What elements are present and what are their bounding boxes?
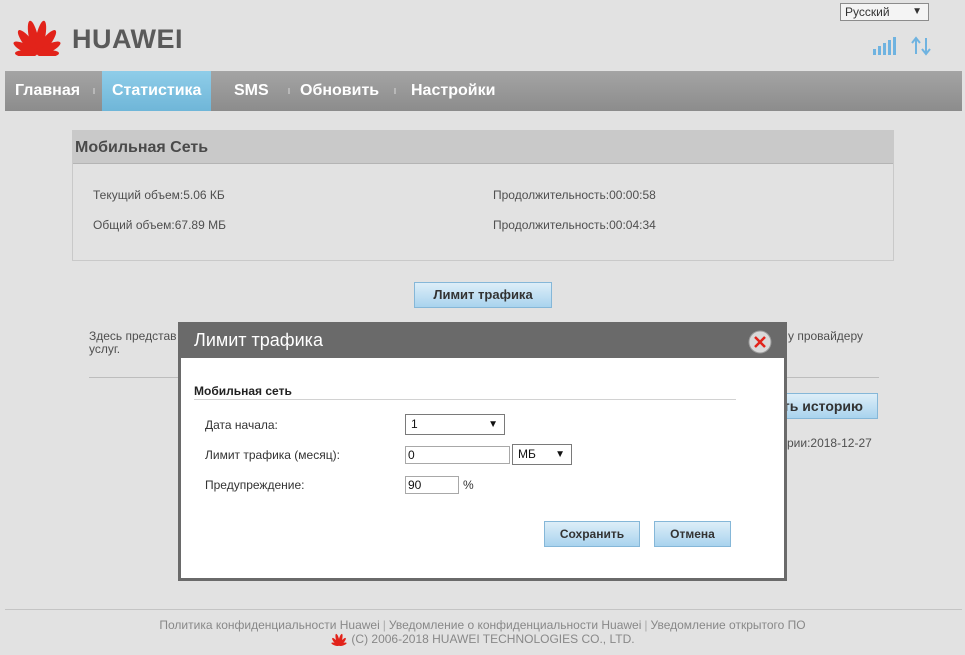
current-volume: Текущий объем:5.06 КБ [93,188,225,202]
brand-name: HUAWEI [72,24,183,54]
traffic-limit-label: Лимит трафика (месяц): [205,448,340,462]
copyright: (C) 2006-2018 HUAWEI TECHNOLOGIES CO., L… [0,632,965,646]
close-icon[interactable] [748,330,772,354]
dialog-title: Лимит трафика [181,325,784,358]
warning-input[interactable]: 90 [405,476,459,494]
chevron-down-icon: ▼ [555,449,565,460]
section-divider [194,399,736,400]
footer-links: Политика конфиденциальности Huawei | Уведо… [159,618,806,632]
start-date-select[interactable]: 1 ▼ [405,414,505,435]
main-navbar: Главная Статистика SMS Обновить Настройк… [5,71,962,111]
nav-separator [394,88,396,94]
warning-unit: % [463,478,474,492]
chevron-down-icon: ▼ [912,6,922,17]
history-date: рии:2018-12-27 [787,436,872,450]
nav-item-update[interactable]: Обновить [300,71,379,111]
cancel-button[interactable]: Отмена [654,521,731,547]
data-transfer-icon [911,36,931,56]
panel-title: Мобильная Сеть [73,131,893,164]
signal-bars-icon [873,37,896,55]
language-selected: Русский [845,5,890,19]
traffic-unit-value: МБ [518,447,536,461]
footer-divider [5,609,962,610]
info-text-line-2: услуг. [89,342,121,356]
privacy-policy-link[interactable]: Политика конфиденциальности Huawei [159,618,379,632]
nav-separator [93,88,95,94]
traffic-limit-input[interactable]: 0 [405,446,510,464]
info-text-right: у провайдеру [788,329,864,343]
start-date-label: Дата начала: [205,418,278,432]
warning-label: Предупреждение: [205,478,305,492]
start-date-value: 1 [411,417,418,431]
section-title: Мобильная сеть [194,384,292,398]
current-duration: Продолжительность:00:00:58 [493,188,656,202]
privacy-notice-link[interactable]: Уведомление о конфиденциальности Huawei [389,618,641,632]
save-button[interactable]: Сохранить [544,521,640,547]
nav-item-statistics[interactable]: Статистика [102,71,212,111]
huawei-logo-icon [13,20,61,56]
nav-item-settings[interactable]: Настройки [411,71,495,111]
traffic-limit-button[interactable]: Лимит трафика [414,282,552,308]
nav-item-sms[interactable]: SMS [234,71,269,111]
traffic-limit-dialog: Лимит трафика Мобильная сеть Дата начала… [178,322,787,581]
total-duration: Продолжительность:00:04:34 [493,218,656,232]
chevron-down-icon: ▼ [488,419,498,430]
mobile-network-panel: Мобильная Сеть Текущий объем:5.06 КБ Про… [72,130,894,261]
copyright-text: (C) 2006-2018 HUAWEI TECHNOLOGIES CO., L… [351,632,635,646]
huawei-mini-logo-icon [331,633,348,646]
nav-item-home[interactable]: Главная [15,71,80,111]
language-select[interactable]: Русский ▼ [840,3,929,21]
nav-separator [288,88,290,94]
traffic-unit-select[interactable]: МБ ▼ [512,444,572,465]
total-volume: Общий объем:67.89 МБ [93,218,226,232]
open-source-notice-link[interactable]: Уведомление открытого ПО [651,618,806,632]
